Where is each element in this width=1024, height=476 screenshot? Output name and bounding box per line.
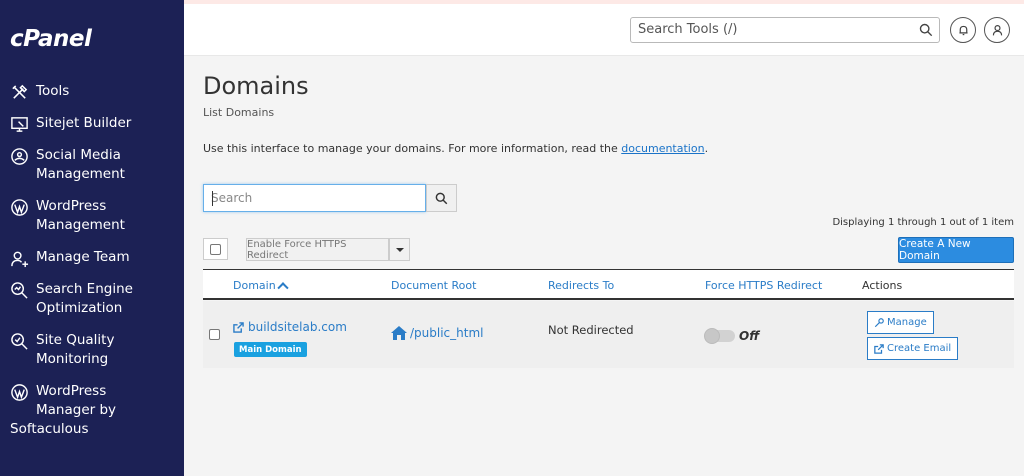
sidebar-item-label: Tools (36, 83, 70, 99)
search-tools-input[interactable]: Search Tools (/) (630, 17, 940, 43)
sidebar-item-manage-team[interactable]: Manage Team (9, 248, 130, 268)
select-all-checkbox[interactable] (203, 238, 228, 260)
force-https-toggle[interactable] (704, 328, 735, 344)
checkbox-box (210, 243, 221, 255)
domain-search-button[interactable] (426, 184, 457, 212)
text-caret (212, 191, 213, 206)
column-header-force-https[interactable]: Force HTTPS Redirect (705, 279, 822, 292)
sidebar-item-label: Site Quality (36, 332, 115, 348)
row-checkbox[interactable] (209, 329, 220, 340)
toggle-knob (704, 328, 720, 344)
tools-icon (9, 82, 29, 102)
search-icon (435, 192, 448, 204)
sidebar-item-label: WordPress (36, 383, 107, 399)
user-menu-button[interactable] (984, 17, 1010, 43)
document-root-link[interactable]: /public_html (391, 326, 483, 340)
user-icon (992, 24, 1002, 35)
manage-button[interactable]: Manage (867, 311, 934, 334)
sidebar-item-label-line2: Manager by (36, 402, 117, 418)
main-content: Domains List Domains Use this interface … (184, 57, 1024, 476)
sidebar-item-label: Search Engine (36, 281, 133, 297)
force-https-dropdown-toggle[interactable] (389, 238, 410, 261)
column-header-redirects-to[interactable]: Redirects To (548, 279, 614, 292)
external-link-icon (233, 321, 244, 333)
sidebar-item-site-quality-monitoring[interactable]: Site Quality Monitoring (9, 331, 114, 369)
cpanel-logo[interactable]: cPanel (10, 26, 92, 52)
seo-search-icon (9, 280, 29, 300)
search-icon (919, 23, 933, 37)
home-icon (391, 326, 407, 340)
column-header-domain[interactable]: Domain (233, 279, 289, 294)
main-domain-badge: Main Domain (234, 342, 307, 357)
sidebar-item-label: Sitejet Builder (36, 115, 132, 131)
sidebar-item-wordpress-manager-softaculous[interactable]: WordPress Manager by (9, 382, 116, 420)
external-link-icon (874, 343, 884, 354)
notifications-button[interactable] (950, 17, 976, 43)
sidebar-item-label-line2: Management (36, 166, 125, 182)
team-user-icon (9, 248, 29, 268)
caret-down-icon (395, 247, 404, 252)
create-new-domain-button[interactable]: Create A New Domain (898, 237, 1014, 263)
sidebar-item-seo[interactable]: Search Engine Optimization (9, 280, 133, 318)
pagination-summary: Displaying 1 through 1 out of 1 item (832, 217, 1014, 228)
sidebar-item-label: Manage Team (36, 249, 130, 265)
domain-link[interactable]: buildsitelab.com (233, 320, 347, 334)
sidebar-item-wordpress-management[interactable]: WordPress Management (9, 197, 125, 235)
table-header: Domain Document Root Redirects To Force … (203, 270, 1014, 300)
sidebar-item-label-line2: Optimization (36, 300, 123, 316)
page-subtitle: List Domains (203, 106, 275, 119)
domain-search-placeholder: Search (211, 191, 253, 205)
wordpress-icon (9, 382, 29, 402)
search-tools-placeholder: Search Tools (/) (638, 22, 738, 37)
bell-icon (958, 25, 968, 35)
table-row: buildsitelab.com Main Domain /public_htm… (203, 301, 1014, 368)
sidebar-item-sitejet-builder[interactable]: Sitejet Builder (9, 114, 131, 134)
social-media-icon (9, 146, 29, 166)
wordpress-icon (9, 197, 29, 217)
sidebar: cPanel Tools Sitejet Builder Social Medi… (0, 0, 184, 476)
top-bar: Search Tools (/) (184, 0, 1024, 56)
sidebar-item-label: WordPress (36, 198, 107, 214)
sidebar-item-tools[interactable]: Tools (9, 82, 69, 102)
monitor-builder-icon (9, 114, 29, 134)
sidebar-item-label-line2: Monitoring (36, 351, 109, 367)
column-header-actions: Actions (862, 279, 903, 292)
page-title: Domains (203, 72, 309, 100)
page-description: Use this interface to manage your domain… (203, 142, 709, 155)
sort-ascending-icon (277, 282, 289, 294)
wrench-icon (874, 317, 884, 327)
force-https-state-label: Off (739, 329, 760, 343)
sidebar-item-label: Social Media (36, 147, 121, 163)
sidebar-item-label-line3: Softaculous (10, 421, 89, 437)
sidebar-item-label-line2: Management (36, 217, 125, 233)
create-email-button[interactable]: Create Email (867, 337, 959, 360)
column-header-document-root[interactable]: Document Root (391, 279, 476, 292)
redirect-status: Not Redirected (548, 323, 634, 337)
quality-magnifier-icon (9, 331, 29, 351)
enable-force-https-button[interactable]: Enable Force HTTPS Redirect (246, 238, 389, 261)
documentation-link[interactable]: documentation (621, 142, 704, 155)
sidebar-item-social-media-management[interactable]: Social Media Management (9, 146, 125, 184)
domain-search-input[interactable]: Search (203, 184, 426, 212)
